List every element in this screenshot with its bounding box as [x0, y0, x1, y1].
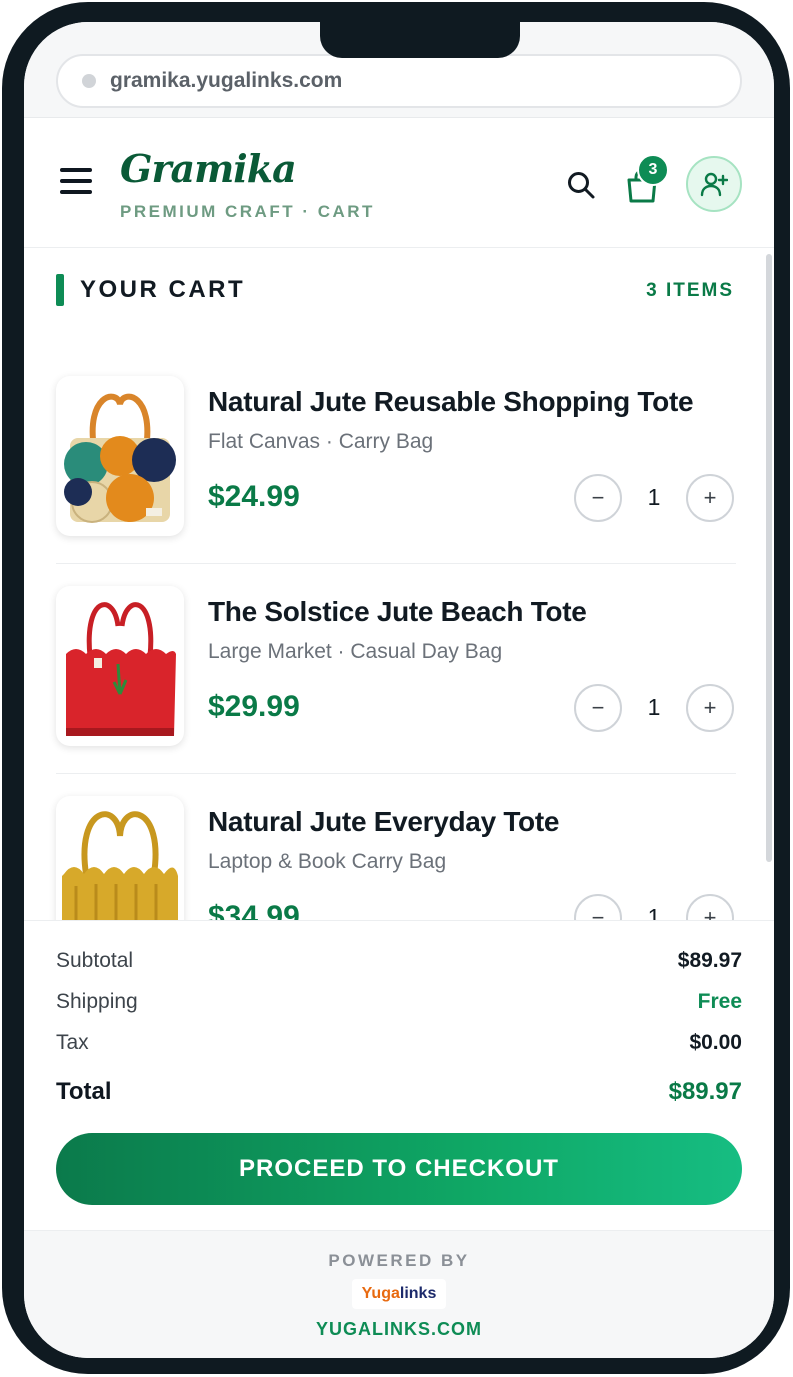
product-name[interactable]: Natural Jute Everyday Tote: [208, 806, 559, 838]
product-image[interactable]: [56, 586, 184, 746]
account-button[interactable]: [686, 156, 742, 212]
product-image[interactable]: [56, 376, 184, 536]
logo-text-links: links: [399, 1285, 437, 1302]
product-variant: Large Market · Casual Day Bag: [208, 640, 503, 663]
shipping-row: Shipping Free: [56, 990, 742, 1022]
increase-quantity-button[interactable]: +: [686, 684, 734, 732]
quantity-value: 1: [647, 904, 661, 920]
cart-heading: YOUR CART 3 ITEMS: [56, 274, 736, 306]
shipping-value: Free: [697, 990, 742, 1013]
powered-by-label: POWERED BY: [328, 1251, 470, 1270]
subtotal-label: Subtotal: [56, 949, 134, 972]
footer: POWERED BY Yuga links YUGALINKS.COM: [24, 1230, 774, 1358]
site-info-icon[interactable]: [82, 74, 96, 88]
menu-icon[interactable]: [60, 168, 92, 194]
quantity-value: 1: [647, 484, 661, 510]
subtotal-value: $89.97: [677, 949, 742, 972]
decrease-quantity-button[interactable]: −: [574, 684, 622, 732]
total-row: Total $89.97: [56, 1078, 742, 1110]
product-variant: Laptop & Book Carry Bag: [208, 850, 447, 873]
product-name[interactable]: Natural Jute Reusable Shopping Tote: [208, 386, 694, 418]
site-header: Gramika PREMIUM CRAFT · CART 3: [24, 118, 774, 248]
quantity-value: 1: [647, 694, 661, 720]
tax-label: Tax: [56, 1031, 89, 1054]
address-bar[interactable]: gramika.yugalinks.com: [56, 54, 742, 108]
product-price: $24.99: [208, 480, 300, 513]
decrease-quantity-button[interactable]: −: [574, 894, 622, 920]
cart-item: Natural Jute Reusable Shopping Tote Flat…: [56, 354, 736, 564]
phone-screen: gramika.yugalinks.com Gramika PREMIUM CR…: [24, 22, 774, 1358]
cart-count-badge: 3: [637, 154, 669, 186]
accent-bar: [56, 274, 64, 306]
add-user-icon: [700, 172, 728, 197]
cart-item: The Solstice Jute Beach Tote Large Marke…: [56, 564, 736, 774]
cart-list[interactable]: YOUR CART 3 ITEMS Natural Jute Reusable …: [24, 248, 774, 920]
phone-notch: [320, 22, 520, 58]
product-price: $29.99: [208, 690, 300, 723]
scrollbar[interactable]: [766, 254, 772, 862]
order-summary: Subtotal $89.97 Shipping Free Tax $0.00 …: [24, 920, 774, 1230]
tax-value: $0.00: [689, 1031, 742, 1054]
total-value: $89.97: [668, 1078, 742, 1105]
tote-bag-image: [66, 602, 176, 736]
search-icon[interactable]: [566, 170, 596, 200]
product-variant: Flat Canvas · Carry Bag: [208, 430, 434, 453]
tote-bag-image: [62, 811, 178, 920]
brand-tagline: PREMIUM CRAFT · CART: [120, 202, 375, 221]
subtotal-row: Subtotal $89.97: [56, 949, 742, 981]
cart-item-count: 3 ITEMS: [646, 280, 734, 301]
product-name[interactable]: The Solstice Jute Beach Tote: [208, 596, 587, 628]
brand-logo[interactable]: Gramika: [120, 146, 297, 191]
phone-frame: gramika.yugalinks.com Gramika PREMIUM CR…: [2, 2, 790, 1374]
cart-title: YOUR CART: [80, 276, 246, 303]
product-image[interactable]: [56, 796, 184, 920]
checkout-button[interactable]: PROCEED TO CHECKOUT: [56, 1133, 742, 1205]
tote-bag-image: [64, 393, 176, 523]
cart-item: Natural Jute Everyday Tote Laptop & Book…: [56, 774, 736, 920]
logo-text-yuga: Yuga: [361, 1285, 400, 1302]
increase-quantity-button[interactable]: +: [686, 474, 734, 522]
increase-quantity-button[interactable]: +: [686, 894, 734, 920]
yugalinks-link[interactable]: YUGALINKS.COM: [24, 1319, 774, 1340]
shipping-label: Shipping: [56, 990, 138, 1013]
tax-row: Tax $0.00: [56, 1031, 742, 1063]
product-price: $34.99: [208, 900, 300, 920]
total-label: Total: [56, 1078, 112, 1105]
url-text: gramika.yugalinks.com: [110, 69, 343, 92]
yugalinks-logo[interactable]: Yuga links: [352, 1279, 446, 1309]
decrease-quantity-button[interactable]: −: [574, 474, 622, 522]
